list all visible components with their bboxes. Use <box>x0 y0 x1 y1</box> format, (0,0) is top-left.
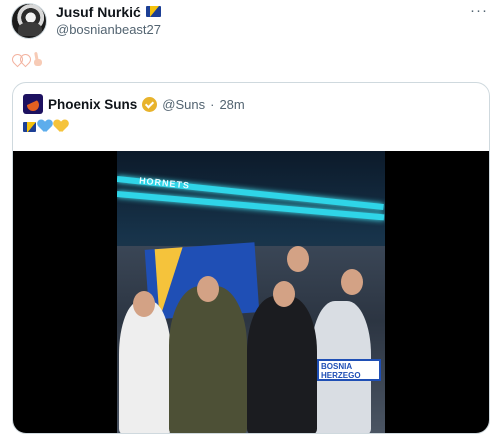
suns-logo-icon[interactable] <box>23 94 43 114</box>
quoted-post-text <box>23 120 68 133</box>
post-timestamp[interactable]: 28m <box>219 97 244 112</box>
arena-ribbon-text: HORNETS <box>138 175 191 191</box>
fan-head <box>287 246 309 272</box>
fan-figure <box>169 286 247 433</box>
avatar[interactable] <box>11 3 47 39</box>
fan-head <box>341 269 363 295</box>
bosnia-flag-icon <box>145 6 161 17</box>
post-author: Jusuf Nurkić @bosnianbeast27 <box>56 3 161 38</box>
video-frame[interactable]: HORNETS BOSNIA HERZEGO <box>117 151 385 433</box>
blue-heart-icon <box>38 120 52 133</box>
fan-head <box>273 281 295 307</box>
quoted-post-header: Phoenix Suns @Suns · 28m <box>23 94 245 114</box>
more-options-icon[interactable]: ··· <box>470 2 488 19</box>
heart-hands-icon <box>12 53 30 65</box>
fan-head <box>133 291 155 317</box>
bosnia-flag-icon <box>23 121 36 132</box>
verified-badge-icon <box>142 96 158 112</box>
post-text <box>12 52 44 66</box>
author-handle[interactable]: @bosnianbeast27 <box>56 22 161 37</box>
fan-figure <box>247 296 317 433</box>
video-player[interactable]: HORNETS BOSNIA HERZEGO <box>13 151 489 433</box>
quoted-author-handle[interactable]: @Suns <box>162 97 205 112</box>
fan-head <box>197 276 219 302</box>
quoted-post[interactable]: Phoenix Suns @Suns · 28m HORNETS BOSNIA … <box>12 82 490 434</box>
fan-figure <box>119 301 171 433</box>
separator-dot: · <box>210 96 215 112</box>
quoted-author-name[interactable]: Phoenix Suns <box>48 97 137 112</box>
yellow-heart-icon <box>54 120 68 133</box>
author-name-row: Jusuf Nurkić <box>56 3 161 20</box>
bosnia-scarf: BOSNIA HERZEGO <box>317 359 381 381</box>
crossed-fingers-icon <box>32 52 44 66</box>
post: Jusuf Nurkić @bosnianbeast27 ··· Phoenix… <box>0 0 500 440</box>
author-display-name[interactable]: Jusuf Nurkić <box>56 4 141 20</box>
